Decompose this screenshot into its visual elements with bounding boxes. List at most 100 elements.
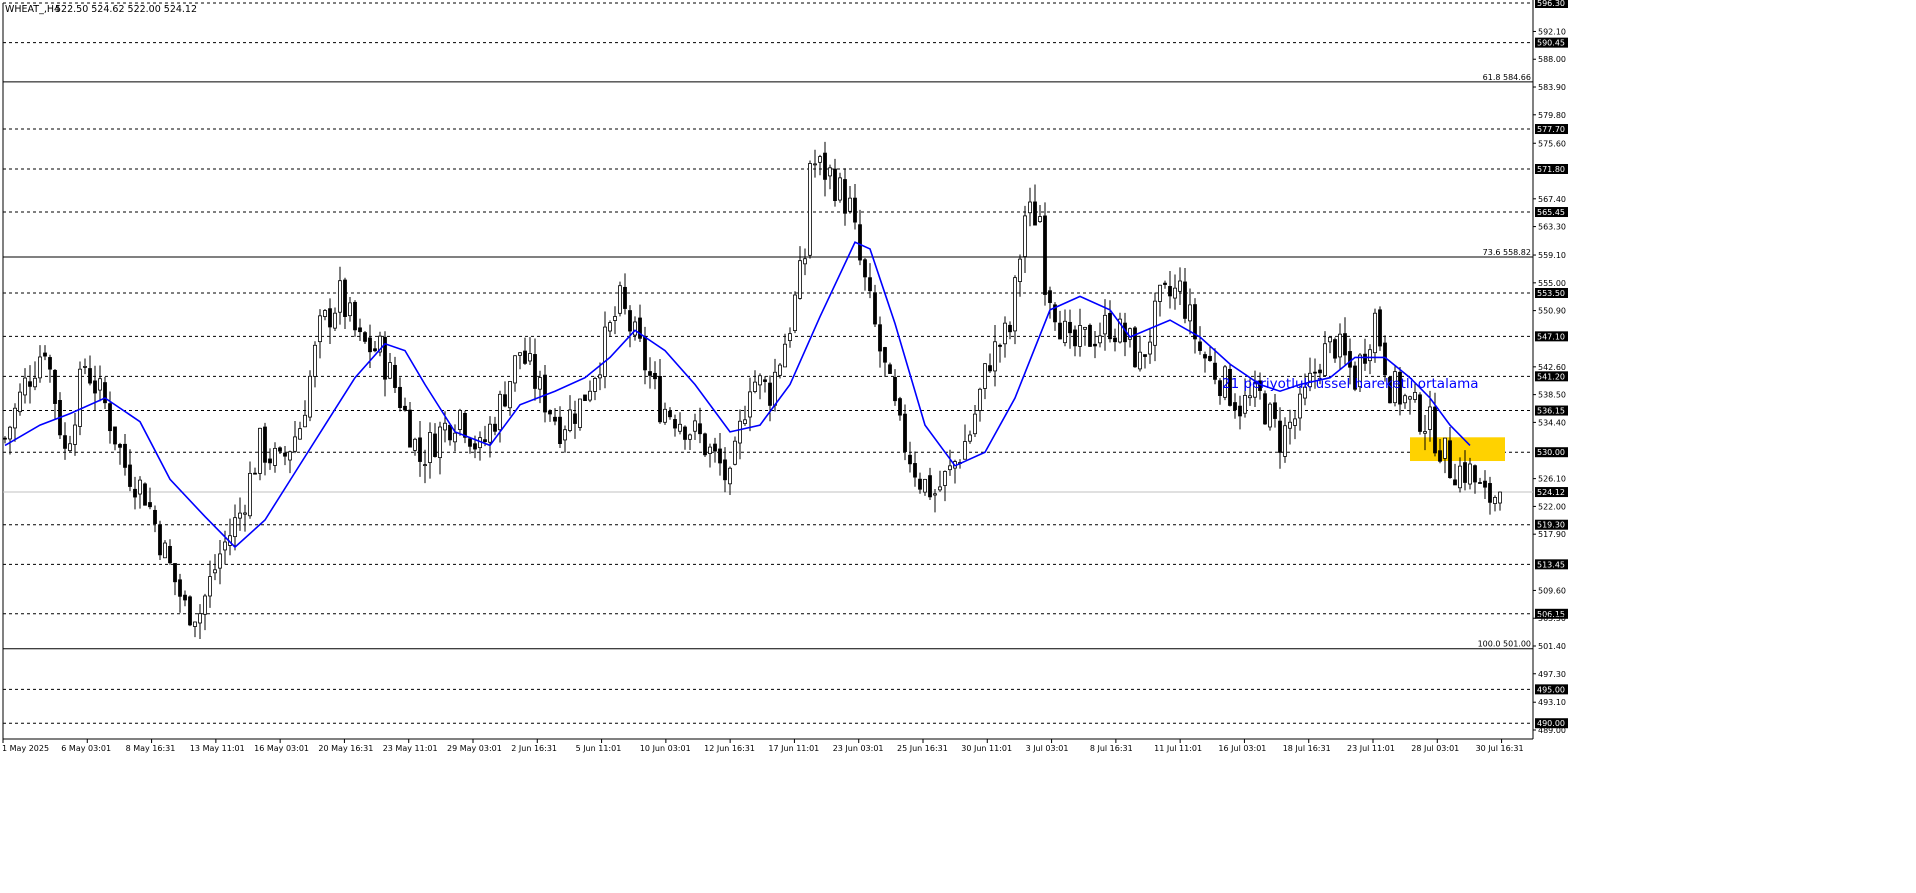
- candle-body: [1098, 335, 1102, 344]
- candle-body: [583, 394, 587, 401]
- candle-body: [808, 163, 812, 256]
- candle-body: [113, 426, 117, 445]
- level-label-565-45: 565.45: [1537, 208, 1565, 217]
- candle-body: [198, 613, 202, 624]
- candle-body: [518, 352, 522, 356]
- candle-body: [488, 423, 492, 443]
- candle-body: [48, 357, 52, 370]
- candle-body: [1248, 395, 1252, 399]
- x-tick-label: 5 Jun 11:01: [576, 744, 622, 753]
- level-label-547-10: 547.10: [1537, 332, 1565, 341]
- level-label-530-00: 530.00: [1537, 448, 1565, 457]
- candle-body: [1333, 339, 1337, 359]
- y-tick-label: 501.40: [1538, 642, 1566, 651]
- candle-body: [508, 381, 512, 409]
- candle-body: [1328, 336, 1332, 343]
- candle-body: [523, 350, 527, 364]
- candle-body: [683, 426, 687, 440]
- candle-body: [933, 493, 937, 496]
- candle-body: [693, 420, 697, 432]
- candle-body: [433, 433, 437, 457]
- candle-body: [23, 377, 27, 396]
- candle-body: [788, 333, 792, 341]
- candle-body: [893, 377, 897, 402]
- candle-body: [463, 413, 467, 438]
- candle-body: [1108, 312, 1112, 340]
- price-chart: 596.30 590.45 61.8 584.66 577.70 571.80 565.4…: [0, 0, 1916, 888]
- candle-body: [1023, 215, 1027, 257]
- candle-body: [998, 344, 1002, 347]
- candle-body: [148, 502, 152, 508]
- candle-body: [283, 452, 287, 457]
- candle-body: [588, 390, 592, 401]
- candle-body: [248, 472, 252, 517]
- candle-body: [513, 355, 517, 384]
- ema-annotation: 21 periyotluk üssel hareketli ortalama: [1222, 376, 1479, 392]
- candle-body: [783, 343, 787, 368]
- candle-body: [1453, 479, 1457, 486]
- candle-body: [498, 393, 502, 431]
- candle-body: [1278, 420, 1282, 453]
- candle-body: [268, 458, 272, 464]
- y-tick-label: 583.90: [1538, 83, 1566, 92]
- candle-body: [388, 362, 392, 379]
- candle-body: [653, 372, 657, 380]
- candle-body: [1008, 324, 1012, 333]
- y-tick-label: 579.80: [1538, 111, 1566, 120]
- highlight-zone: [1410, 437, 1505, 462]
- candle-body: [18, 391, 22, 413]
- candle-body: [183, 594, 187, 601]
- candle-body: [1313, 371, 1317, 374]
- candle-body: [1013, 277, 1017, 332]
- candle-body: [168, 545, 172, 564]
- candle-body: [28, 381, 32, 387]
- candle-body: [143, 483, 147, 506]
- candle-body: [13, 407, 17, 429]
- current-price-label: 524.12: [1537, 488, 1565, 497]
- chart-header-symbol: WHEAT_,H4: [5, 4, 60, 15]
- candle-body: [1338, 333, 1342, 358]
- y-tick-label: 489.00: [1538, 726, 1566, 735]
- candle-body: [1413, 391, 1417, 400]
- level-label-536-15: 536.15: [1537, 407, 1565, 416]
- candle-body: [438, 426, 442, 459]
- candle-body: [103, 382, 107, 404]
- candle-body: [1158, 284, 1162, 302]
- candle-body: [623, 286, 627, 309]
- candle-body: [668, 410, 672, 418]
- y-tick-label: 517.90: [1538, 530, 1566, 539]
- candle-body: [503, 394, 507, 407]
- candle-body: [348, 302, 352, 317]
- candle-body: [983, 363, 987, 389]
- candle-body: [703, 433, 707, 456]
- candle-body: [898, 398, 902, 416]
- candle-body: [1378, 309, 1382, 347]
- candle-body: [928, 475, 932, 498]
- candle-body: [838, 177, 842, 201]
- level-label-577-70: 577.70: [1537, 125, 1565, 134]
- candle-body: [108, 403, 112, 432]
- candle-body: [1438, 450, 1442, 462]
- candle-body: [1093, 343, 1097, 347]
- candle-body: [1263, 393, 1267, 425]
- candle-body: [1058, 322, 1062, 340]
- candle-body: [848, 197, 852, 212]
- candle-body: [988, 365, 992, 372]
- candle-body: [428, 432, 432, 463]
- candle-body: [743, 419, 747, 424]
- candle-body: [918, 478, 922, 490]
- candle-body: [528, 353, 532, 362]
- candle-body: [493, 423, 497, 432]
- candle-body: [828, 167, 832, 177]
- candle-body: [1463, 462, 1467, 483]
- candle-body: [833, 168, 837, 201]
- candle-body: [303, 414, 307, 428]
- y-tick-label: 493.10: [1538, 698, 1566, 707]
- candle-body: [298, 428, 302, 440]
- candle-body: [1293, 418, 1297, 426]
- candle-body: [1073, 329, 1077, 347]
- candle-body: [658, 376, 662, 423]
- candle-body: [1063, 320, 1067, 344]
- candle-body: [883, 347, 887, 363]
- candle-body: [968, 434, 972, 442]
